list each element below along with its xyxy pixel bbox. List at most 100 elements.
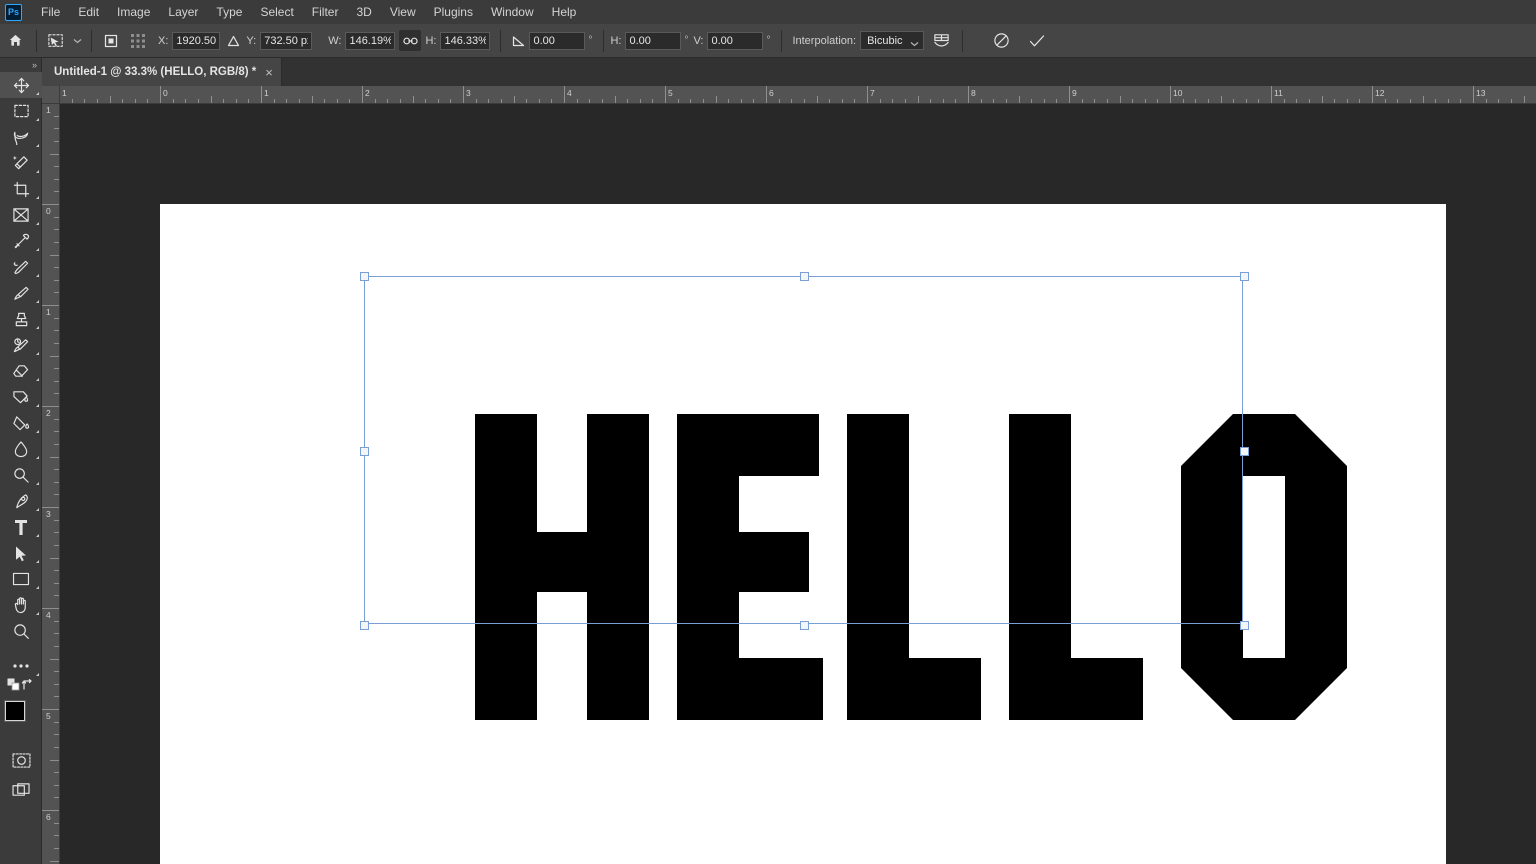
ruler-minor-tick — [1321, 96, 1323, 103]
tool-flyout-indicator — [36, 430, 39, 433]
ruler-major-tick — [160, 86, 161, 103]
ruler-major-tick — [665, 86, 666, 103]
home-icon[interactable] — [0, 33, 30, 48]
y-position-label: Y: — [246, 34, 257, 47]
y-position-input[interactable] — [260, 31, 313, 50]
brush-tool[interactable] — [0, 280, 42, 306]
menu-3d[interactable]: 3D — [347, 2, 380, 22]
default-foreground-background-icon[interactable] — [7, 678, 20, 696]
spot-healing-brush-tool[interactable] — [0, 254, 42, 280]
document-tab-strip: Untitled-1 @ 33.3% (HELLO, RGB/8) * × — [42, 58, 1536, 86]
path-selection-tool[interactable] — [0, 540, 42, 566]
eraser-tool[interactable] — [0, 358, 42, 384]
paint-bucket-tool[interactable] — [0, 410, 42, 436]
ruler-label: 3 — [46, 509, 51, 519]
menu-window[interactable]: Window — [482, 2, 543, 22]
ruler-label: 2 — [365, 88, 370, 98]
horizontal-skew-input[interactable] — [625, 31, 682, 50]
menu-edit[interactable]: Edit — [69, 2, 108, 22]
ruler-label: 10 — [1173, 88, 1183, 98]
menu-filter[interactable]: Filter — [303, 2, 348, 22]
crop-tool[interactable] — [0, 176, 42, 202]
menu-type[interactable]: Type — [207, 2, 251, 22]
zoom-tool[interactable] — [0, 618, 42, 644]
switch-to-warp-mode-icon[interactable] — [924, 30, 958, 52]
interpolation-select[interactable]: Bicubic — [860, 31, 925, 50]
commit-transform-icon[interactable] — [1019, 30, 1055, 52]
move-tool[interactable] — [0, 72, 42, 98]
ruler-origin-corner[interactable] — [42, 86, 60, 104]
change-screen-mode-icon[interactable] — [0, 777, 42, 803]
color-swatches — [0, 697, 42, 739]
ruler-minor-tick — [1422, 96, 1424, 103]
history-brush-tool[interactable] — [0, 332, 42, 358]
vertical-ruler[interactable]: 1 0 1 2 3 4 5 6 — [42, 104, 60, 864]
menu-help[interactable]: Help — [543, 2, 586, 22]
menu-image[interactable]: Image — [108, 2, 159, 22]
tool-preset-chevron-down-icon[interactable] — [69, 30, 85, 52]
width-input[interactable] — [345, 31, 396, 50]
tool-flyout-indicator — [36, 482, 39, 485]
horizontal-type-tool[interactable] — [0, 514, 42, 540]
menu-plugins[interactable]: Plugins — [425, 2, 482, 22]
menu-layer[interactable]: Layer — [159, 2, 207, 22]
hello-artwork-layer[interactable] — [475, 414, 1347, 720]
edit-toolbar-button[interactable] — [0, 653, 42, 679]
height-input[interactable] — [440, 31, 491, 50]
tool-flyout-indicator — [36, 248, 39, 251]
ruler-minor-tick — [917, 96, 919, 103]
rectangle-tool[interactable] — [0, 566, 42, 592]
ruler-minor-tick — [311, 96, 313, 103]
pen-tool[interactable] — [0, 488, 42, 514]
gradient-tool[interactable] — [0, 384, 42, 410]
maintain-aspect-ratio-link-icon[interactable] — [399, 30, 422, 51]
menu-view[interactable]: View — [381, 2, 425, 22]
hello-glyphs — [475, 414, 1347, 720]
close-icon[interactable]: × — [265, 66, 273, 79]
dodge-tool[interactable] — [0, 462, 42, 488]
delta-relative-positioning-icon[interactable] — [220, 30, 246, 52]
clone-stamp-tool[interactable] — [0, 306, 42, 332]
vertical-skew-label: V: — [693, 34, 704, 47]
ruler-major-tick — [1069, 86, 1070, 103]
tools-panel-collapse-button[interactable]: » — [0, 58, 41, 72]
vertical-skew-input[interactable] — [707, 31, 764, 50]
reference-point-toggle-icon[interactable] — [98, 30, 124, 52]
divider — [781, 29, 783, 52]
free-transform-tool-icon[interactable] — [43, 30, 69, 52]
reference-point-grid-icon[interactable] — [124, 30, 152, 52]
ruler-major-tick — [1372, 86, 1373, 103]
swap-foreground-background-icon[interactable] — [21, 678, 34, 696]
ruler-label: 1 — [264, 88, 269, 98]
document-tab[interactable]: Untitled-1 @ 33.3% (HELLO, RGB/8) * × — [42, 58, 282, 86]
lasso-tool[interactable] — [0, 124, 42, 150]
blur-tool[interactable] — [0, 436, 42, 462]
quick-mask-mode-icon[interactable] — [0, 747, 42, 773]
ruler-label: 13 — [1476, 88, 1486, 98]
hand-tool[interactable] — [0, 592, 42, 618]
frame-tool[interactable] — [0, 202, 42, 228]
ruler-label: 12 — [1375, 88, 1385, 98]
foreground-color-swatch[interactable] — [4, 700, 26, 722]
cancel-transform-icon[interactable] — [983, 30, 1019, 52]
ruler-minor-tick — [1523, 96, 1525, 103]
ruler-major-tick — [42, 810, 59, 811]
ruler-minor-tick — [50, 759, 59, 761]
divider — [91, 29, 92, 52]
tool-flyout-indicator — [36, 586, 39, 589]
tool-flyout-indicator — [36, 378, 39, 381]
menu-select[interactable]: Select — [251, 2, 302, 22]
menu-file[interactable]: File — [32, 2, 69, 22]
ruler-minor-tick — [109, 96, 111, 103]
rotation-angle-input[interactable] — [529, 31, 586, 50]
eyedropper-tool[interactable] — [0, 228, 42, 254]
ruler-minor-tick — [1018, 96, 1020, 103]
divider — [962, 29, 964, 52]
x-position-input[interactable] — [172, 31, 221, 50]
object-selection-tool[interactable] — [0, 150, 42, 176]
canvas-workspace[interactable] — [60, 104, 1536, 864]
rectangular-marquee-tool[interactable] — [0, 98, 42, 124]
ruler-label: 1 — [62, 88, 67, 98]
horizontal-ruler[interactable]: 1 0 1 2 3 4 5 6 7 8 9 10 11 12 13 — [60, 86, 1536, 104]
document-canvas[interactable] — [160, 204, 1446, 864]
